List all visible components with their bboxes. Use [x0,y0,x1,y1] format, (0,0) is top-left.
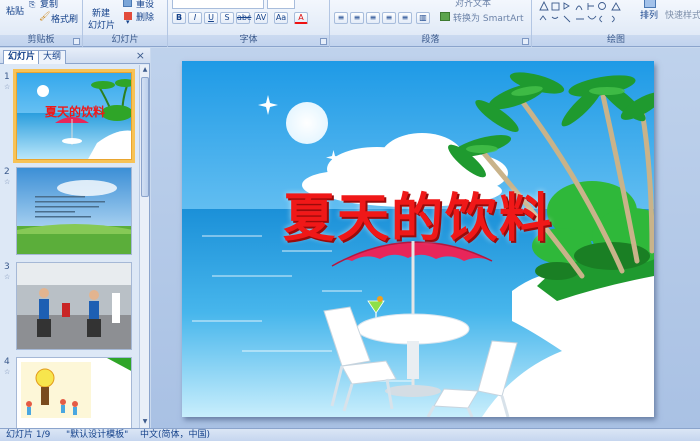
justify-button[interactable]: ≡ [382,12,396,24]
thumbnail-scrollbar[interactable]: ▲ ▼ [139,65,149,428]
language-indicator[interactable]: 中文(简体，中国) [140,429,210,441]
ribbon: 粘贴 ⎘ 复制 🖌 格式刷 剪贴板 新建 幻灯片 ▾ 重设 删除 幻灯片 B I… [0,0,700,47]
slide-thumbnail-1[interactable]: 夏天的饮料 [13,69,135,163]
font-color-button[interactable]: A [294,12,308,24]
slide-number: 3 [4,262,10,272]
text-align-button[interactable]: 对齐文本 [455,0,491,9]
paragraph-group: ≡ ≡ ≡ ≡ ≡ ▥ 对齐文本 转换为 SmartArt 段落 [330,0,532,47]
slide-thumbnail-3[interactable] [16,262,132,350]
thumbnail-list: 1 ☆ 夏天的饮料 2 ☆ 3 ☆ 4 ☆ [0,65,140,428]
reset-icon [123,0,132,7]
shadow-button[interactable]: S [220,12,234,24]
slide-number: 2 [4,167,10,177]
clipboard-launcher-icon[interactable] [73,38,80,45]
change-case-button[interactable]: Aa [274,12,288,24]
format-painter-icon: 🖌 [39,12,51,22]
slide-number: 1 [4,72,10,82]
slide-2-preview [17,168,131,254]
delete-button[interactable]: 删除 [136,10,154,23]
quick-styles-button[interactable]: 快速样式 [665,8,700,21]
slide-3-preview [17,263,131,349]
align-right-button[interactable]: ≡ [366,12,380,24]
delete-icon [124,12,132,20]
slides-group-label: 幻灯片 [83,35,167,46]
slide-title[interactable]: 夏天的饮料 [182,176,654,251]
slide-editor: 夏天的饮料 [151,48,700,428]
slide-thumbnail-2[interactable] [16,167,132,255]
convert-smartart-button[interactable]: 转换为 SmartArt [453,11,523,24]
font-launcher-icon[interactable] [320,38,327,45]
slides-group: 新建 幻灯片 ▾ 重设 删除 幻灯片 [83,0,168,47]
font-group: B I U S abc AV Aa A 字体 [168,0,330,47]
distribute-button[interactable]: ≡ [398,12,412,24]
new-slide-button-line2[interactable]: 幻灯片 [88,18,115,31]
scrollbar-thumb[interactable] [141,77,149,197]
animation-star-icon: ☆ [4,368,11,376]
tab-outline[interactable]: 大纲 [38,50,67,64]
pane-tabs: 幻灯片 大纲 × [0,48,150,64]
slide-thumbnail-4[interactable] [16,357,132,428]
copy-icon: ⎘ [29,0,36,9]
smartart-icon [440,12,450,21]
columns-button[interactable]: ▥ [416,12,430,24]
close-pane-icon[interactable]: × [136,50,145,62]
font-name-dropdown[interactable] [172,0,264,9]
reset-button[interactable]: 重设 [136,0,154,10]
arrange-button[interactable]: 排列 [640,8,658,21]
animation-star-icon: ☆ [4,83,11,91]
paragraph-group-label: 段落 [330,35,531,46]
animation-star-icon: ☆ [4,273,11,281]
tab-slides[interactable]: 幻灯片 [3,50,41,64]
clipboard-group-label: 剪贴板 [0,35,82,46]
scroll-up-icon[interactable]: ▲ [141,66,149,75]
underline-button[interactable]: U [204,12,218,24]
slide-4-preview [17,358,131,428]
strikethrough-button[interactable]: abc [236,12,251,24]
bold-button[interactable]: B [172,12,186,24]
drawing-group-label: 绘图 [532,35,700,46]
animation-star-icon: ☆ [4,178,11,186]
font-group-label: 字体 [168,35,329,46]
format-painter-button[interactable]: 格式刷 [51,12,78,25]
italic-button[interactable]: I [188,12,202,24]
scroll-down-icon[interactable]: ▼ [141,418,149,427]
slide-number: 4 [4,357,10,367]
char-spacing-button[interactable]: AV [254,12,268,24]
slide-count: 幻灯片 1/9 [6,430,51,440]
slide-pane: 幻灯片 大纲 × 1 ☆ 夏天的饮料 2 ☆ 3 ☆ 4 ☆ ▲ ▼ [0,48,150,428]
current-slide[interactable]: 夏天的饮料 [182,61,654,417]
align-center-button[interactable]: ≡ [350,12,364,24]
font-size-dropdown[interactable] [267,0,295,9]
arrange-icon [644,0,656,8]
copy-button[interactable]: 复制 [40,0,58,10]
shapes-gallery[interactable] [536,0,636,24]
thumbnail-1-title: 夏天的饮料 [44,105,105,119]
paragraph-launcher-icon[interactable] [522,38,529,45]
theme-name[interactable]: "默认设计模板" [66,429,128,441]
status-bar: 幻灯片 1/9 "默认设计模板" 中文(简体，中国) [0,428,700,441]
drawing-group: 排列 快速样式 绘图 [532,0,700,47]
paste-button[interactable]: 粘贴 [6,4,24,17]
clipboard-group: 粘贴 ⎘ 复制 🖌 格式刷 剪贴板 [0,0,83,47]
align-left-button[interactable]: ≡ [334,12,348,24]
